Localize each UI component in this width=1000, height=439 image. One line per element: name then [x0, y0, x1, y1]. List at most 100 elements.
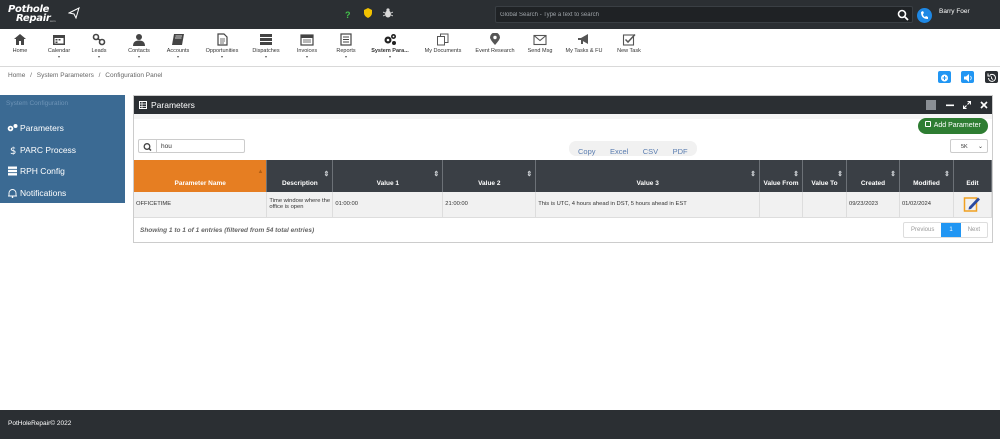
- nav-calendar[interactable]: Calendar ▾: [43, 31, 75, 65]
- breadcrumb-configuration-panel: Configuration Panel: [105, 72, 163, 79]
- footer: PotHoleRepair© 2022: [0, 410, 1000, 439]
- nav-system-parameters[interactable]: System Para... ▾: [369, 31, 411, 65]
- page-length-value: 5K: [961, 144, 968, 150]
- user-icon: [133, 34, 145, 46]
- bug-icon[interactable]: [383, 8, 393, 18]
- search-icon[interactable]: [897, 9, 909, 21]
- pagination: Previous 1 Next: [903, 222, 989, 238]
- nav-dispatches[interactable]: Dispatches ▾: [249, 31, 283, 65]
- copy-icon: [437, 33, 449, 46]
- col-parameter-name[interactable]: Parameter Name ▲: [134, 160, 268, 192]
- previous-page-button[interactable]: Previous: [904, 223, 941, 237]
- panel-title: Parameters: [151, 100, 195, 110]
- page-1-button[interactable]: 1: [941, 223, 961, 237]
- sort-icon: ⇕: [890, 171, 896, 178]
- col-label: Description: [282, 180, 318, 187]
- col-value-2[interactable]: Value 2 ⇕: [442, 160, 537, 192]
- avatar[interactable]: [917, 8, 932, 23]
- plus-circle-icon: [941, 74, 948, 82]
- nav-home[interactable]: Home: [8, 31, 32, 65]
- nav-label: My Tasks & FU: [565, 48, 603, 54]
- add-parameter-label: Add Parameter: [933, 122, 981, 129]
- add-parameter-button[interactable]: Add Parameter: [918, 118, 988, 134]
- edit-icon[interactable]: [963, 195, 981, 213]
- link-icon: [92, 33, 106, 46]
- col-created[interactable]: Created ⇕: [846, 160, 900, 192]
- cell-edit: [953, 192, 993, 218]
- minimize-icon[interactable]: [946, 101, 954, 109]
- nav-send-msg[interactable]: Send Msg: [525, 31, 555, 65]
- history-button[interactable]: [985, 71, 998, 83]
- excel-button[interactable]: Excel: [605, 144, 633, 159]
- footer-copyright: PotHoleRepair© 2022: [8, 420, 72, 427]
- csv-button[interactable]: CSV: [638, 144, 663, 159]
- breadcrumb-home[interactable]: Home: [8, 72, 25, 79]
- sidebar-item-parc-process[interactable]: $ PARC Process: [0, 140, 125, 160]
- expand-icon[interactable]: [963, 101, 971, 109]
- sidebar-item-parameters[interactable]: Parameters: [0, 118, 125, 138]
- filter-search-button[interactable]: [139, 140, 157, 152]
- nav-caret: ▾: [176, 54, 179, 59]
- col-value-3[interactable]: Value 3 ⇕: [535, 160, 761, 192]
- global-search-input[interactable]: [500, 9, 890, 21]
- pdf-button[interactable]: PDF: [668, 144, 693, 159]
- nav-event-research[interactable]: Event Research: [473, 31, 517, 65]
- sound-button[interactable]: [961, 71, 974, 83]
- col-modified[interactable]: Modified ⇕: [899, 160, 954, 192]
- logo[interactable]: Pothole Repair .com: [7, 3, 59, 25]
- cell-description: Time window where the office is open: [266, 192, 334, 218]
- logo-line-2: Repair: [16, 13, 51, 24]
- copy-button[interactable]: Copy: [573, 144, 601, 159]
- sort-icon: ⇕: [433, 171, 440, 178]
- shield-icon[interactable]: [364, 8, 372, 18]
- sort-icon: ⇕: [837, 171, 843, 178]
- nav-label: New Task: [617, 48, 641, 54]
- gears-icon: [384, 34, 396, 45]
- col-label: Value To: [811, 180, 838, 187]
- help-icon[interactable]: ?: [345, 8, 351, 22]
- nav-caret: ▾: [305, 54, 308, 59]
- nav-my-tasks[interactable]: My Tasks & FU: [563, 31, 605, 65]
- info-text: to: [172, 227, 183, 234]
- color-picker-icon[interactable]: [926, 100, 936, 110]
- breadcrumb-system-parameters[interactable]: System Parameters: [37, 72, 94, 79]
- config-sidebar: System Configuration Parameters $ PARC P…: [0, 95, 125, 203]
- cell-created: 09/23/2023: [846, 192, 900, 218]
- col-label: Value From: [763, 180, 799, 187]
- user-name[interactable]: Barry Foer: [939, 8, 970, 15]
- nav-label: Send Msg: [527, 48, 553, 54]
- nav-leads[interactable]: Leads ▾: [86, 31, 112, 65]
- nav-caret: ▾: [137, 54, 140, 59]
- nav-reports[interactable]: Reports ▾: [332, 31, 360, 65]
- global-search: [495, 6, 913, 23]
- close-icon[interactable]: [980, 101, 988, 109]
- logo-line-3: .com: [49, 19, 56, 23]
- table-row[interactable]: OFFICETIME Time window where the office …: [134, 192, 993, 218]
- col-description[interactable]: Description ⇕: [266, 160, 334, 192]
- next-page-button[interactable]: Next: [961, 223, 987, 237]
- add-shortcut-button[interactable]: [938, 71, 951, 83]
- nav-contacts[interactable]: Contacts ▾: [124, 31, 154, 65]
- col-value-from[interactable]: Value From ⇕: [759, 160, 804, 192]
- document-icon: [217, 33, 228, 46]
- volume-icon: [964, 74, 972, 82]
- filter-input[interactable]: [161, 141, 241, 151]
- book-icon: [172, 34, 184, 45]
- nav-my-documents[interactable]: My Documents: [421, 31, 465, 65]
- nav-caret: ▾: [220, 54, 223, 59]
- col-value-1[interactable]: Value 1 ⇕: [332, 160, 444, 192]
- sidebar-item-notifications[interactable]: Notifications: [0, 183, 125, 203]
- sort-icon: ⇕: [793, 171, 800, 178]
- page-length-select[interactable]: 5K ⌄: [950, 139, 988, 153]
- send-icon[interactable]: [68, 7, 80, 19]
- nav-opportunities[interactable]: Opportunities ▾: [202, 31, 242, 65]
- nav-new-task[interactable]: New Task: [614, 31, 644, 65]
- col-value-to[interactable]: Value To ⇕: [802, 160, 847, 192]
- cell-value-1: 01:00:00: [332, 192, 444, 218]
- dollar-icon: $: [10, 146, 16, 155]
- nav-accounts[interactable]: Accounts ▾: [163, 31, 193, 65]
- nav-invoices[interactable]: Invoices ▾: [292, 31, 322, 65]
- nav-label: Home: [12, 48, 28, 54]
- table-icon: [139, 101, 147, 109]
- sidebar-item-rph-config[interactable]: RPH Config: [0, 161, 125, 181]
